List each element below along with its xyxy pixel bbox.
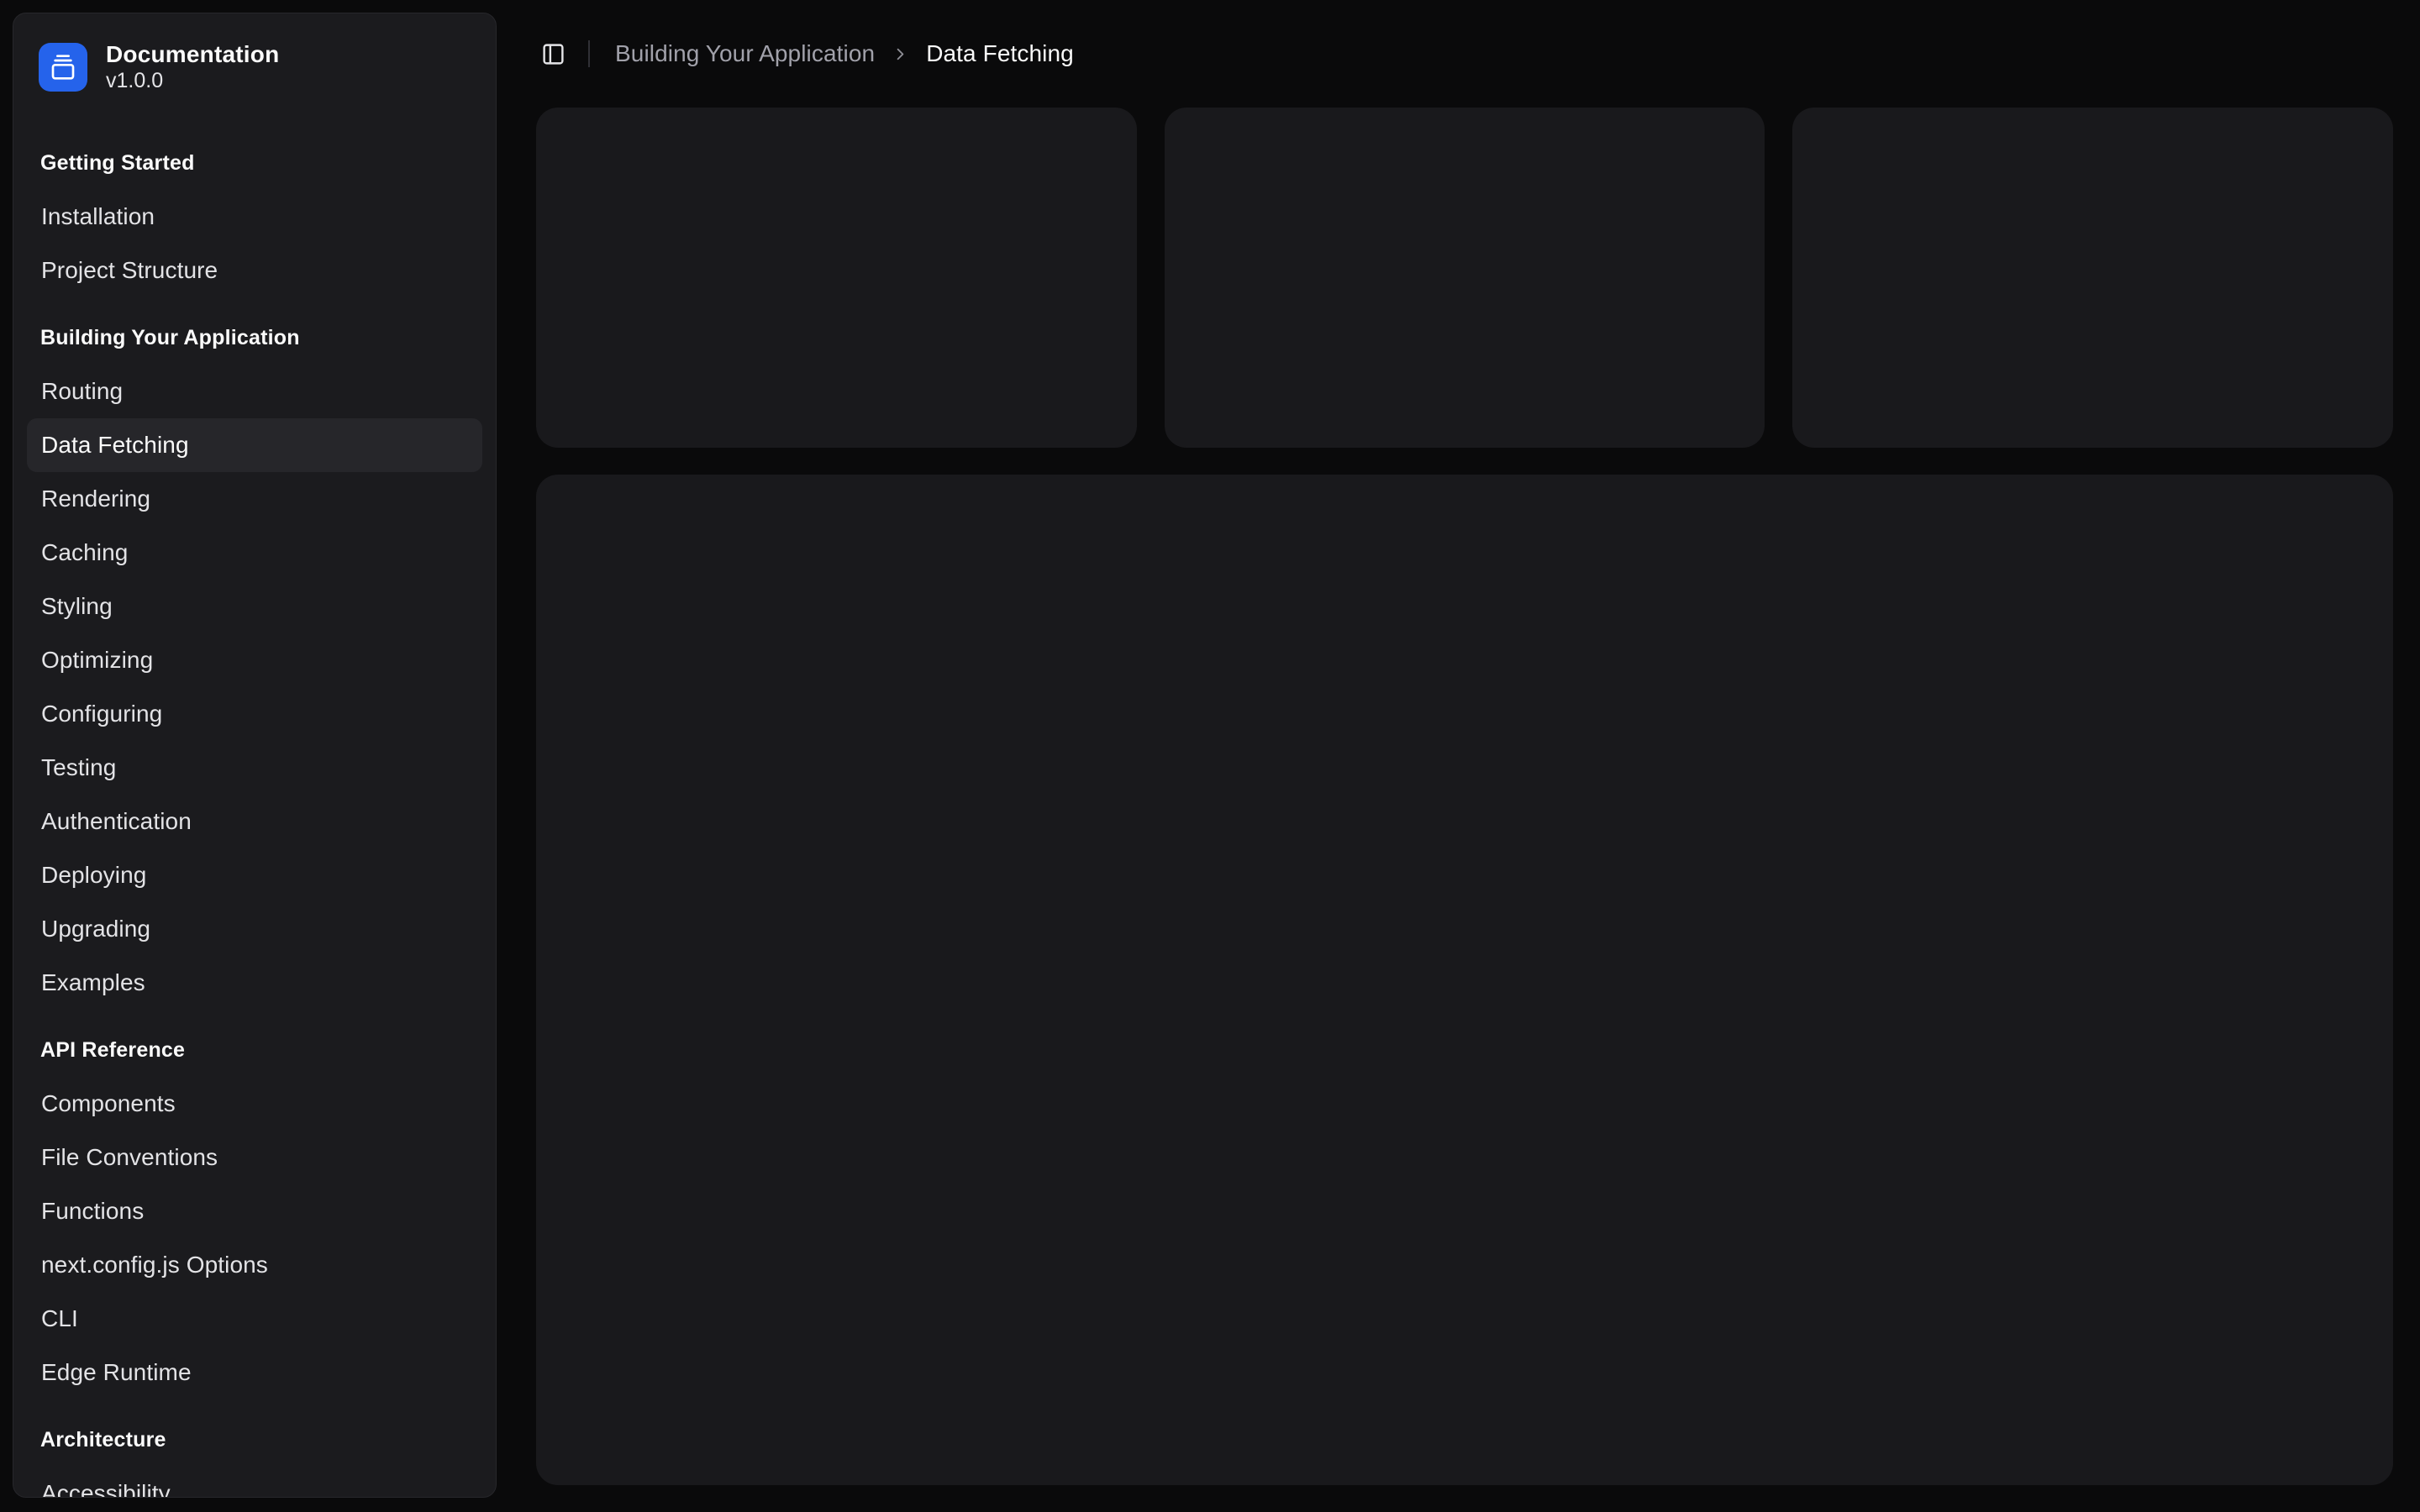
sidebar-title-block: Documentation v1.0.0 — [106, 43, 279, 92]
sidebar-group-label: Architecture — [27, 1413, 482, 1467]
sidebar-group-items: Components File Conventions Functions ne… — [27, 1077, 482, 1399]
sidebar-item-data-fetching[interactable]: Data Fetching — [27, 418, 482, 472]
topbar: Building Your Application Data Fetching — [536, 0, 2393, 108]
sidebar-group-label: Getting Started — [27, 136, 482, 190]
sidebar-group: Building Your Application Routing Data F… — [27, 311, 482, 1010]
placeholder-card-large — [536, 475, 2393, 1485]
sidebar-group-label: API Reference — [27, 1023, 482, 1077]
app-logo — [39, 43, 87, 92]
sidebar-item-functions[interactable]: Functions — [27, 1184, 482, 1238]
breadcrumb-current-page: Data Fetching — [926, 40, 1074, 67]
sidebar-item-project-structure[interactable]: Project Structure — [27, 244, 482, 297]
sidebar-group-items: Installation Project Structure — [27, 190, 482, 297]
sidebar-item-edge-runtime[interactable]: Edge Runtime — [27, 1346, 482, 1399]
sidebar-group-items: Routing Data Fetching Rendering Caching … — [27, 365, 482, 1010]
gallery-vertical-end-icon — [50, 54, 76, 81]
app-root: Documentation v1.0.0 Getting Started Ins… — [0, 0, 2420, 1512]
sidebar-group: Architecture Accessibility — [27, 1413, 482, 1498]
sidebar-group: Getting Started Installation Project Str… — [27, 136, 482, 297]
sidebar-item-configuring[interactable]: Configuring — [27, 687, 482, 741]
app-version: v1.0.0 — [106, 71, 279, 92]
sidebar: Documentation v1.0.0 Getting Started Ins… — [13, 13, 497, 1498]
sidebar-item-next-config-js-options[interactable]: next.config.js Options — [27, 1238, 482, 1292]
sidebar-item-accessibility[interactable]: Accessibility — [27, 1467, 482, 1498]
placeholder-card — [1165, 108, 1765, 448]
placeholder-card-row — [536, 108, 2393, 448]
breadcrumb: Building Your Application Data Fetching — [615, 40, 1074, 67]
sidebar-item-upgrading[interactable]: Upgrading — [27, 902, 482, 956]
placeholder-card — [1792, 108, 2393, 448]
panel-left-icon — [541, 42, 566, 66]
sidebar-toggle-button[interactable] — [529, 30, 576, 77]
placeholder-card — [536, 108, 1137, 448]
sidebar-item-authentication[interactable]: Authentication — [27, 795, 482, 848]
sidebar-item-optimizing[interactable]: Optimizing — [27, 633, 482, 687]
chevron-right-icon — [891, 45, 910, 64]
sidebar-item-file-conventions[interactable]: File Conventions — [27, 1131, 482, 1184]
sidebar-item-styling[interactable]: Styling — [27, 580, 482, 633]
sidebar-nav: Getting Started Installation Project Str… — [27, 136, 482, 1498]
main-area: Building Your Application Data Fetching — [509, 0, 2420, 1512]
sidebar-item-deploying[interactable]: Deploying — [27, 848, 482, 902]
sidebar-group: API Reference Components File Convention… — [27, 1023, 482, 1399]
sidebar-item-installation[interactable]: Installation — [27, 190, 482, 244]
sidebar-header-button[interactable]: Documentation v1.0.0 — [27, 27, 482, 108]
sidebar-item-components[interactable]: Components — [27, 1077, 482, 1131]
sidebar-group-items: Accessibility — [27, 1467, 482, 1498]
sidebar-item-cli[interactable]: CLI — [27, 1292, 482, 1346]
sidebar-item-examples[interactable]: Examples — [27, 956, 482, 1010]
sidebar-item-rendering[interactable]: Rendering — [27, 472, 482, 526]
sidebar-item-testing[interactable]: Testing — [27, 741, 482, 795]
sidebar-group-label: Building Your Application — [27, 311, 482, 365]
sidebar-item-caching[interactable]: Caching — [27, 526, 482, 580]
app-title: Documentation — [106, 43, 279, 66]
sidebar-item-routing[interactable]: Routing — [27, 365, 482, 418]
topbar-separator — [588, 40, 590, 67]
breadcrumb-parent-link[interactable]: Building Your Application — [615, 40, 875, 67]
page-content — [536, 108, 2393, 1485]
